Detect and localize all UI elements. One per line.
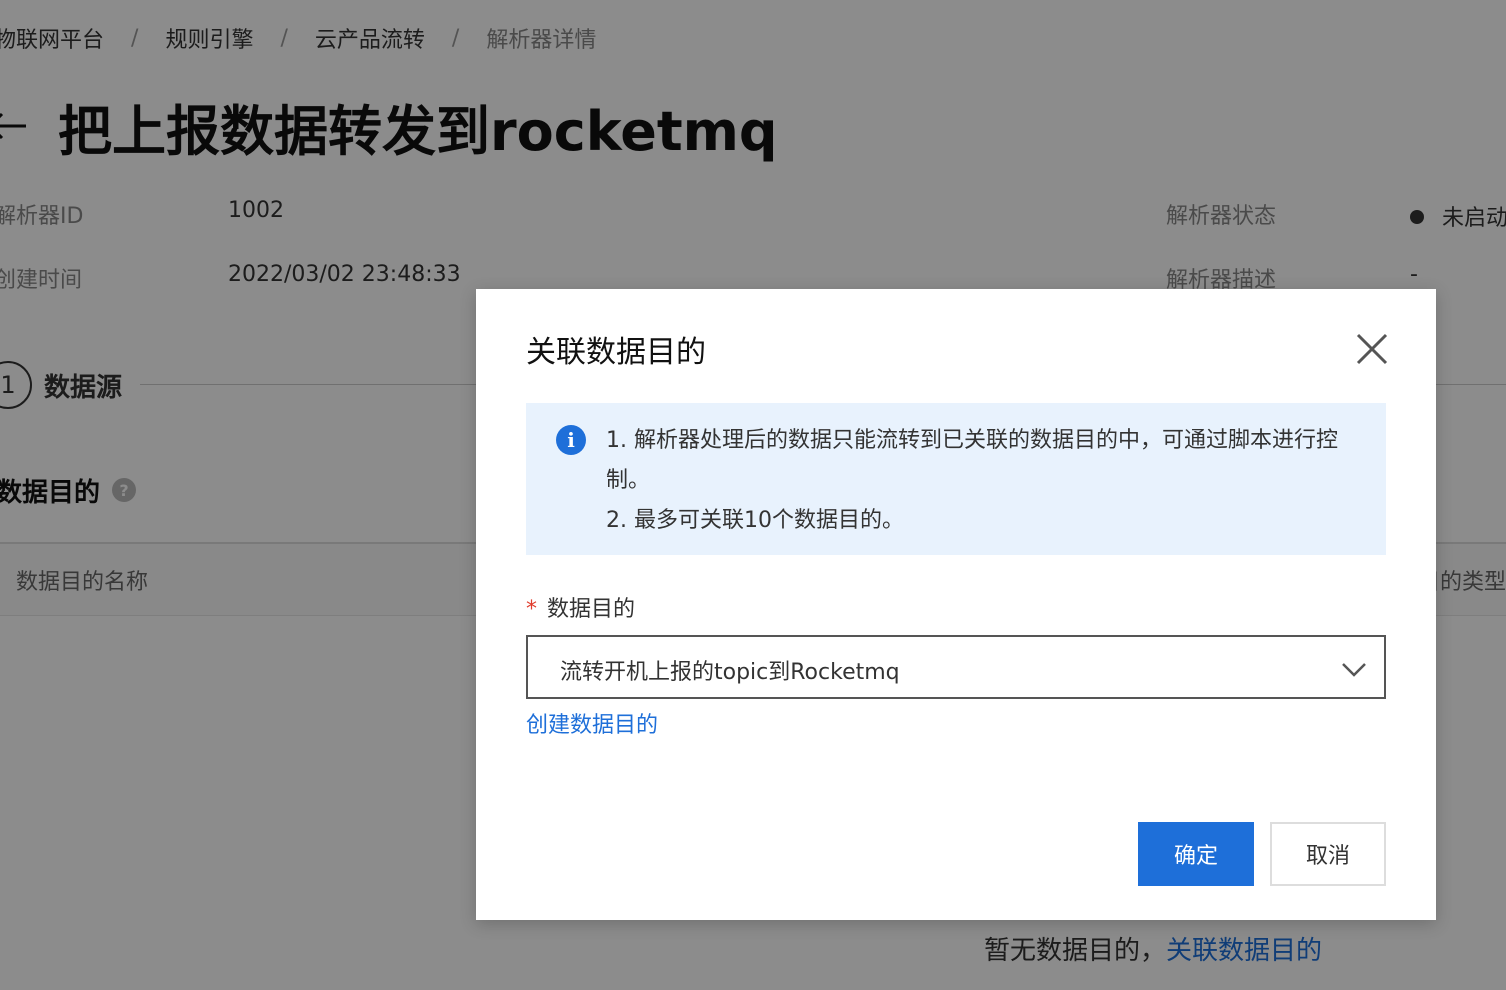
destination-field-label: * 数据目的 <box>526 591 635 623</box>
dialog-title: 关联数据目的 <box>526 335 706 370</box>
notice-line-1: 1. 解析器处理后的数据只能流转到已关联的数据目的中，可通过脚本进行控制。 <box>606 428 1338 493</box>
required-mark: * <box>526 597 537 622</box>
cancel-button[interactable]: 取消 <box>1270 822 1386 886</box>
destination-field-label-text: 数据目的 <box>547 597 636 622</box>
notice-text: 1. 解析器处理后的数据只能流转到已关联的数据目的中，可通过脚本进行控制。 2.… <box>606 421 1366 541</box>
notice-box: i 1. 解析器处理后的数据只能流转到已关联的数据目的中，可通过脚本进行控制。 … <box>526 403 1386 555</box>
associate-destination-dialog: 关联数据目的 i 1. 解析器处理后的数据只能流转到已关联的数据目的中，可通过脚… <box>476 289 1436 920</box>
destination-select[interactable]: 流转开机上报的topic到Rocketmq <box>526 635 1386 699</box>
info-icon: i <box>556 425 586 455</box>
confirm-button[interactable]: 确定 <box>1138 822 1254 886</box>
create-destination-link[interactable]: 创建数据目的 <box>526 707 658 739</box>
close-icon[interactable] <box>1352 329 1392 369</box>
destination-select-value: 流转开机上报的topic到Rocketmq <box>560 660 900 685</box>
chevron-down-icon <box>1340 655 1368 683</box>
notice-line-2: 2. 最多可关联10个数据目的。 <box>606 508 904 533</box>
page-root: 物联网平台 / 规则引擎 / 云产品流转 / 解析器详情 把上报数据转发到roc… <box>0 0 1506 990</box>
